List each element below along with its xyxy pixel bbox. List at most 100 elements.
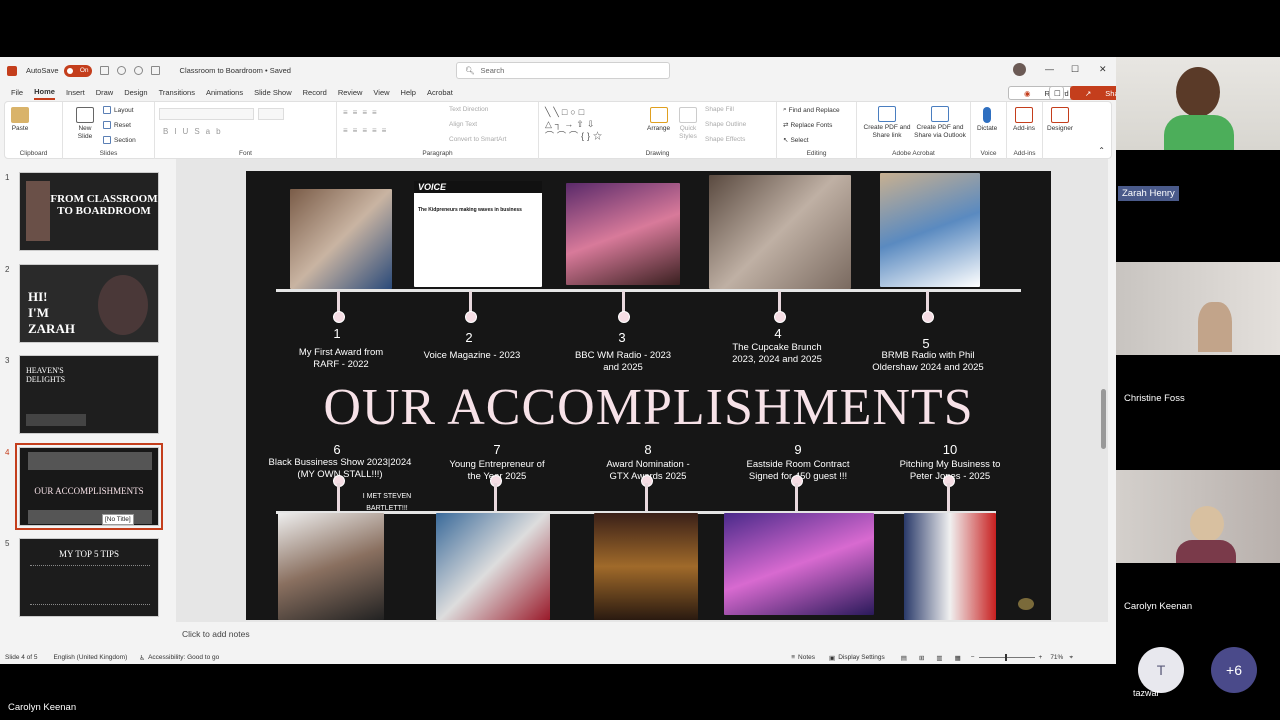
minimize-icon[interactable]: — <box>1045 64 1054 74</box>
find-icon: ⌕ <box>783 106 787 113</box>
convert-smartart-button[interactable]: Convert to SmartArt <box>449 136 506 143</box>
redo-icon[interactable] <box>133 66 143 75</box>
designer-button[interactable]: Designer <box>1047 107 1073 133</box>
document-title[interactable]: Classroom to Boardroom • Saved <box>180 66 291 75</box>
find-replace-button[interactable]: ⌕ Find and Replace <box>783 106 840 114</box>
text-direction-button[interactable]: Text Direction <box>449 106 488 113</box>
notes-input[interactable]: Click to add notes <box>176 624 1108 644</box>
save-icon[interactable] <box>99 66 109 75</box>
search-input[interactable]: 🔍︎ Search <box>456 62 670 79</box>
new-slide-button[interactable]: New Slide <box>73 107 97 141</box>
addins-button[interactable]: Add-ins <box>1013 107 1035 133</box>
slide-thumbnail-2[interactable]: HI! I'M ZARAH <box>19 264 159 343</box>
slide-4[interactable]: VOICE The Kidpreneurs making waves in bu… <box>246 171 1051 620</box>
zoom-in-icon[interactable]: + <box>1039 654 1043 661</box>
slide-title[interactable]: OUR ACCOMPLISHMENTS <box>246 378 1051 437</box>
slide-logo <box>1018 598 1034 610</box>
more-participants-button[interactable]: +6 <box>1211 647 1257 693</box>
zoom-level[interactable]: 71% <box>1050 654 1063 661</box>
autosave-toggle[interactable]: On <box>63 64 92 77</box>
slideshow-icon[interactable]: ▦ <box>955 654 961 662</box>
collapse-ribbon-icon[interactable]: ⌃ <box>1098 146 1105 155</box>
autosave-label: AutoSave <box>26 66 59 75</box>
vertical-scrollbar[interactable] <box>1101 389 1106 449</box>
participant-avatar-initial[interactable]: T <box>1138 647 1184 693</box>
replace-icon: ⇄ <box>783 122 789 129</box>
font-family-dropdown[interactable] <box>159 108 254 120</box>
tab-slide-show[interactable]: Slide Show <box>254 86 292 99</box>
tab-view[interactable]: View <box>373 86 389 99</box>
slide-thumbnail-3[interactable]: HEAVEN'S DELIGHTS <box>19 355 159 434</box>
restore-icon[interactable]: ☐ <box>1071 64 1079 75</box>
quick-styles-button[interactable]: Quick Styles <box>677 107 699 141</box>
accessibility-status[interactable]: Accessibility: Good to go <box>148 654 219 661</box>
designer-icon <box>1051 107 1069 123</box>
language-status[interactable]: English (United Kingdom) <box>54 654 128 661</box>
zoom-out-icon[interactable]: − <box>971 654 975 661</box>
timeline-stem <box>947 483 950 511</box>
shape-fill-button[interactable]: Shape Fill <box>705 106 734 113</box>
fit-slide-icon[interactable]: ⌖ <box>1069 654 1073 662</box>
avatar[interactable] <box>1013 63 1026 76</box>
font-group: BIUSab Font <box>155 102 337 159</box>
reset-button[interactable]: Reset <box>103 121 131 129</box>
photo-black-business-show <box>278 513 384 620</box>
paste-button[interactable]: Paste <box>11 107 29 133</box>
share-icon: ↗ <box>1085 88 1092 98</box>
align-buttons[interactable]: ≡≡≡≡≡ <box>343 126 391 135</box>
participant-video-zarah[interactable] <box>1116 57 1280 150</box>
layout-button[interactable]: Layout <box>103 106 134 114</box>
shape-outline-button[interactable]: Shape Outline <box>705 121 746 128</box>
reading-view-icon[interactable]: ▥ <box>936 654 942 662</box>
quick-styles-label: Quick Styles <box>679 125 697 140</box>
tab-transitions[interactable]: Transitions <box>159 86 195 99</box>
select-button[interactable]: ↖ Select <box>783 136 809 145</box>
display-settings-button[interactable]: Display Settings <box>838 654 885 661</box>
zoom-slider[interactable] <box>978 654 1035 661</box>
slide-sorter-icon[interactable]: ⊞ <box>919 654 924 662</box>
slide-thumbnail-1[interactable]: FROM CLASSROOM TO BOARDROOM <box>19 172 159 251</box>
font-size-dropdown[interactable] <box>258 108 284 120</box>
timeline-stem <box>645 483 648 511</box>
shape-effects-button[interactable]: Shape Effects <box>705 136 745 143</box>
tab-acrobat[interactable]: Acrobat <box>427 86 453 99</box>
undo-icon[interactable] <box>116 66 126 75</box>
participant-video-christine[interactable] <box>1116 262 1280 355</box>
tab-insert[interactable]: Insert <box>66 86 85 99</box>
milestone-caption: Voice Magazine - 2023 <box>423 350 521 361</box>
close-icon[interactable]: ✕ <box>1099 64 1107 75</box>
tab-animations[interactable]: Animations <box>206 86 243 99</box>
notes-button[interactable]: Notes <box>798 654 815 661</box>
font-format-buttons[interactable]: BIUSab <box>163 127 227 136</box>
present-icon[interactable] <box>150 66 160 75</box>
pdf-share-icon <box>878 106 896 122</box>
participant-video-carolyn[interactable] <box>1116 470 1280 563</box>
paragraph-label: Paragraph <box>422 150 453 157</box>
tab-home[interactable]: Home <box>34 85 55 100</box>
paragraph-group: ≡≡≡≡ ≡≡≡≡≡ Text Direction Align Text Con… <box>337 102 539 159</box>
create-pdf-share-button[interactable]: Create PDF and Share link <box>861 106 913 140</box>
tab-file[interactable]: File <box>11 86 23 99</box>
participant-name-tag: Zarah Henry <box>1118 186 1179 201</box>
align-text-button[interactable]: Align Text <box>449 121 477 128</box>
zoom-thumb[interactable] <box>1004 654 1007 661</box>
tab-design[interactable]: Design <box>124 86 147 99</box>
slide-thumbnail-4[interactable]: OUR ACCOMPLISHMENTS [No Title] <box>15 443 163 530</box>
arrange-button[interactable]: Arrange <box>647 107 670 133</box>
tab-review[interactable]: Review <box>338 86 363 99</box>
list-buttons[interactable]: ≡≡≡≡ <box>343 108 382 117</box>
normal-view-icon[interactable]: ▤ <box>901 654 907 662</box>
section-button[interactable]: Section <box>103 136 136 144</box>
milestone-number: 9 <box>794 442 802 457</box>
dictate-button[interactable]: Dictate <box>977 107 997 133</box>
comments-icon[interactable]: ☐ <box>1049 86 1064 100</box>
shapes-gallery[interactable]: ╲╲□○□ △┐→⇧⇩ ⌒⌒⌒{}☆ <box>545 106 635 142</box>
shape-fill-label: Shape Fill <box>705 106 734 113</box>
tab-record[interactable]: Record <box>303 86 327 99</box>
create-pdf-outlook-button[interactable]: Create PDF and Share via Outlook <box>911 106 969 140</box>
tab-draw[interactable]: Draw <box>96 86 114 99</box>
slide-thumbnail-5[interactable]: MY TOP 5 TIPS <box>19 538 159 617</box>
replace-fonts-button[interactable]: ⇄ Replace Fonts <box>783 121 832 130</box>
accessibility-icon: ♿︎ <box>139 654 146 662</box>
tab-help[interactable]: Help <box>401 86 416 99</box>
